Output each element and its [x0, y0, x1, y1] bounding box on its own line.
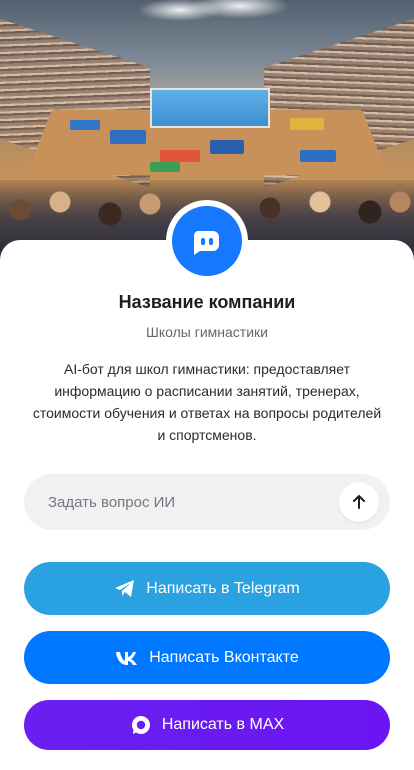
write-vk-label: Написать Вконтакте: [149, 648, 299, 666]
company-name: Название компании: [118, 292, 296, 312]
ask-ai-bar: [24, 474, 390, 530]
write-max-label: Написать в MAX: [161, 716, 285, 733]
write-telegram-button[interactable]: Написать в Telegram: [24, 562, 390, 615]
write-vk-button[interactable]: Написать Вконтакте: [24, 631, 390, 684]
write-telegram-label: Написать в Telegram: [146, 579, 300, 597]
hero-mat: [290, 118, 324, 130]
hero-mat: [110, 130, 146, 144]
hero-mat: [70, 120, 100, 130]
hero-mat: [210, 140, 244, 154]
hero-mat: [160, 150, 200, 162]
ask-ai-input[interactable]: [24, 474, 324, 530]
telegram-icon: [115, 579, 135, 597]
hero-mat: [150, 162, 180, 172]
company-description: AI-бот для школ гимнастики: предоставляе…: [32, 361, 382, 443]
arrow-up-icon: [353, 495, 365, 509]
chat-bot-icon: [172, 206, 242, 276]
max-icon: [131, 716, 150, 734]
hero-main-mat: [150, 88, 270, 128]
write-max-button[interactable]: Написать в MAX: [24, 700, 390, 750]
send-button[interactable]: [339, 482, 379, 522]
avatar: [166, 200, 248, 282]
hero-mat: [300, 150, 336, 162]
company-category: Школы гимнастики: [146, 324, 268, 340]
vk-icon: [116, 651, 138, 665]
